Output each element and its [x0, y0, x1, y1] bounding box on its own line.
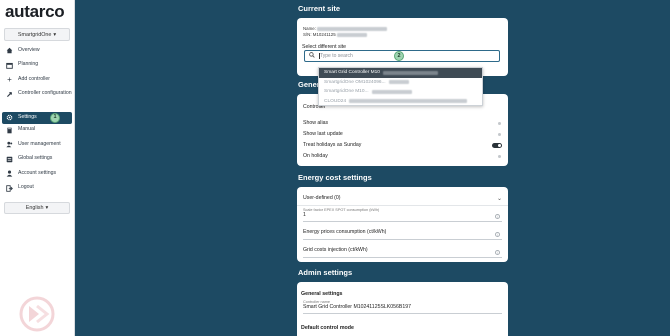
dropdown-option[interactable]: CLOUD24: [319, 97, 482, 107]
info-icon[interactable]: i: [495, 250, 500, 255]
toggle-row-show-alias: Show alias: [303, 119, 502, 127]
cost-mode-value: User-defined (0): [303, 195, 341, 201]
divider: [297, 205, 508, 206]
step-badge: 1: [50, 112, 60, 123]
grid-costs-label: Grid costs injection (ct/kWh): [303, 247, 368, 253]
sidebar: autarco SmartgridOne ▾ Overview Planning…: [0, 0, 75, 336]
sidebar-item-settings[interactable]: Settings 1: [2, 111, 72, 124]
info-icon[interactable]: i: [495, 214, 500, 219]
energy-cost-heading: Energy cost settings: [298, 173, 372, 182]
toggle-label: Show last update: [303, 131, 343, 137]
controller-name-field[interactable]: Controller name Smart Grid Controller M1…: [303, 300, 502, 314]
sidebar-item-logout[interactable]: Logout: [0, 184, 75, 199]
user-icon: [6, 170, 13, 177]
toggle-row-treat-holidays: Treat holidays as Sunday: [303, 141, 502, 149]
energy-prices-field[interactable]: Energy prices consumption (ct/kWh) i: [303, 227, 502, 240]
default-control-mode-label: Default control mode: [301, 325, 354, 331]
site-sn-prefix: M10241125: [312, 32, 336, 37]
dropdown-option-label: SmartgridOne OM1024096...: [324, 79, 386, 85]
admin-settings-card: General settings Controller name Smart G…: [297, 282, 508, 336]
chevron-down-icon: ⌄: [496, 195, 502, 202]
language-selector[interactable]: English ▾: [4, 202, 70, 214]
home-icon: [6, 47, 13, 54]
plus-icon: +: [7, 74, 12, 84]
sidebar-item-label: Logout: [18, 184, 34, 191]
dropdown-option[interactable]: SmartgridOne M10...: [319, 87, 482, 97]
admin-settings-heading: Admin settings: [298, 268, 353, 277]
cost-mode-select[interactable]: User-defined (0) ⌄: [303, 194, 502, 202]
calendar-icon: [6, 62, 13, 69]
on-holiday-toggle[interactable]: [498, 154, 502, 159]
sidebar-item-planning[interactable]: Planning: [0, 61, 75, 76]
toggle-label: On holiday: [303, 153, 328, 159]
autarco-logo[interactable]: autarco: [5, 2, 65, 22]
redacted-value: [336, 32, 367, 37]
toggle-label: Treat holidays as Sunday: [303, 142, 362, 148]
sidebar-item-manual[interactable]: Manual: [0, 126, 75, 141]
toggle-label: Show alias: [303, 120, 329, 126]
sidebar-item-label: Manual: [18, 126, 36, 133]
sidebar-menu: Overview Planning + Add controller Contr…: [0, 46, 75, 198]
show-last-update-toggle[interactable]: [498, 132, 502, 137]
toggle-row-on-holiday: On holiday: [303, 152, 502, 160]
info-icon[interactable]: i: [495, 232, 500, 237]
logout-icon: [6, 184, 13, 192]
step-badge: 2: [394, 51, 404, 61]
caret-down-icon: ▾: [53, 31, 57, 38]
dropdown-option[interactable]: SmartgridOne OM1024096...: [319, 78, 482, 88]
current-site-heading: Current site: [298, 4, 341, 13]
scale-factor-value: 1: [303, 212, 306, 218]
tools-icon: [6, 91, 13, 98]
treat-holidays-toggle[interactable]: [492, 142, 502, 148]
caret-down-icon: ▾: [45, 205, 49, 211]
scale-factor-field[interactable]: Scale factor EPEX SPOT consumption (kWh)…: [303, 208, 502, 222]
dropdown-option-label: CLOUD24: [324, 98, 347, 104]
redacted-value: [388, 80, 409, 85]
sidebar-item-label: Global settings: [18, 155, 53, 162]
gear-icon: [6, 114, 13, 121]
controller-name-value: Smart Grid Controller M10241125SLK056B19…: [303, 304, 412, 310]
energy-cost-card: User-defined (0) ⌄ Scale factor EPEX SPO…: [297, 187, 508, 262]
sidebar-item-label: Settings: [18, 113, 37, 120]
sidebar-item-label: Account settings: [18, 169, 57, 176]
globe-icon: [6, 156, 13, 163]
sidebar-item-label: Overview: [18, 46, 40, 53]
sidebar-item-add-controller[interactable]: + Add controller: [0, 75, 75, 90]
search-icon: [309, 52, 315, 60]
energy-prices-label: Energy prices consumption (ct/kWh): [303, 229, 387, 235]
redacted-value: [382, 70, 438, 75]
sidebar-item-label: Controller configuration: [18, 90, 72, 97]
site-sn-line: S/N: M10241125: [303, 32, 367, 37]
dropdown-option-label: Smart Grid Controller M10: [324, 70, 380, 76]
show-alias-toggle[interactable]: [498, 121, 502, 126]
brand-watermark-icon: [19, 296, 55, 332]
site-name-label: Name:: [303, 26, 316, 31]
general-settings-label: General settings: [301, 291, 343, 297]
redacted-value: [371, 89, 412, 94]
sidebar-item-global-settings[interactable]: Global settings: [0, 155, 75, 170]
redacted-value: [349, 99, 468, 104]
site-sn-label: S/N:: [303, 32, 312, 37]
sidebar-item-label: User management: [18, 140, 61, 147]
sidebar-item-user-management[interactable]: User management: [0, 140, 75, 155]
site-dropdown-list: Smart Grid Controller M10 SmartgridOne O…: [318, 67, 483, 106]
book-icon: [6, 127, 13, 134]
sidebar-item-account-settings[interactable]: Account settings: [0, 169, 75, 184]
grid-costs-field[interactable]: Grid costs injection (ct/kWh) i: [303, 245, 502, 258]
redacted-value: [317, 26, 388, 31]
sidebar-item-label: Add controller: [18, 75, 51, 82]
site-name-line: Name:: [303, 26, 388, 31]
toggle-row-show-last-update: Show last update: [303, 130, 502, 138]
users-icon: [6, 141, 13, 148]
account-selector-label: SmartgridOne: [17, 31, 52, 38]
account-selector[interactable]: SmartgridOne ▾: [4, 28, 70, 41]
dropdown-option[interactable]: Smart Grid Controller M10: [319, 68, 482, 78]
sidebar-item-overview[interactable]: Overview: [0, 46, 75, 61]
language-label: English: [25, 205, 44, 211]
sidebar-item-label: Planning: [18, 61, 39, 68]
sidebar-item-controller-configuration[interactable]: Controller configuration: [0, 90, 75, 112]
dropdown-option-label: SmartgridOne M10...: [324, 89, 369, 95]
search-placeholder: Type to search: [320, 53, 353, 59]
